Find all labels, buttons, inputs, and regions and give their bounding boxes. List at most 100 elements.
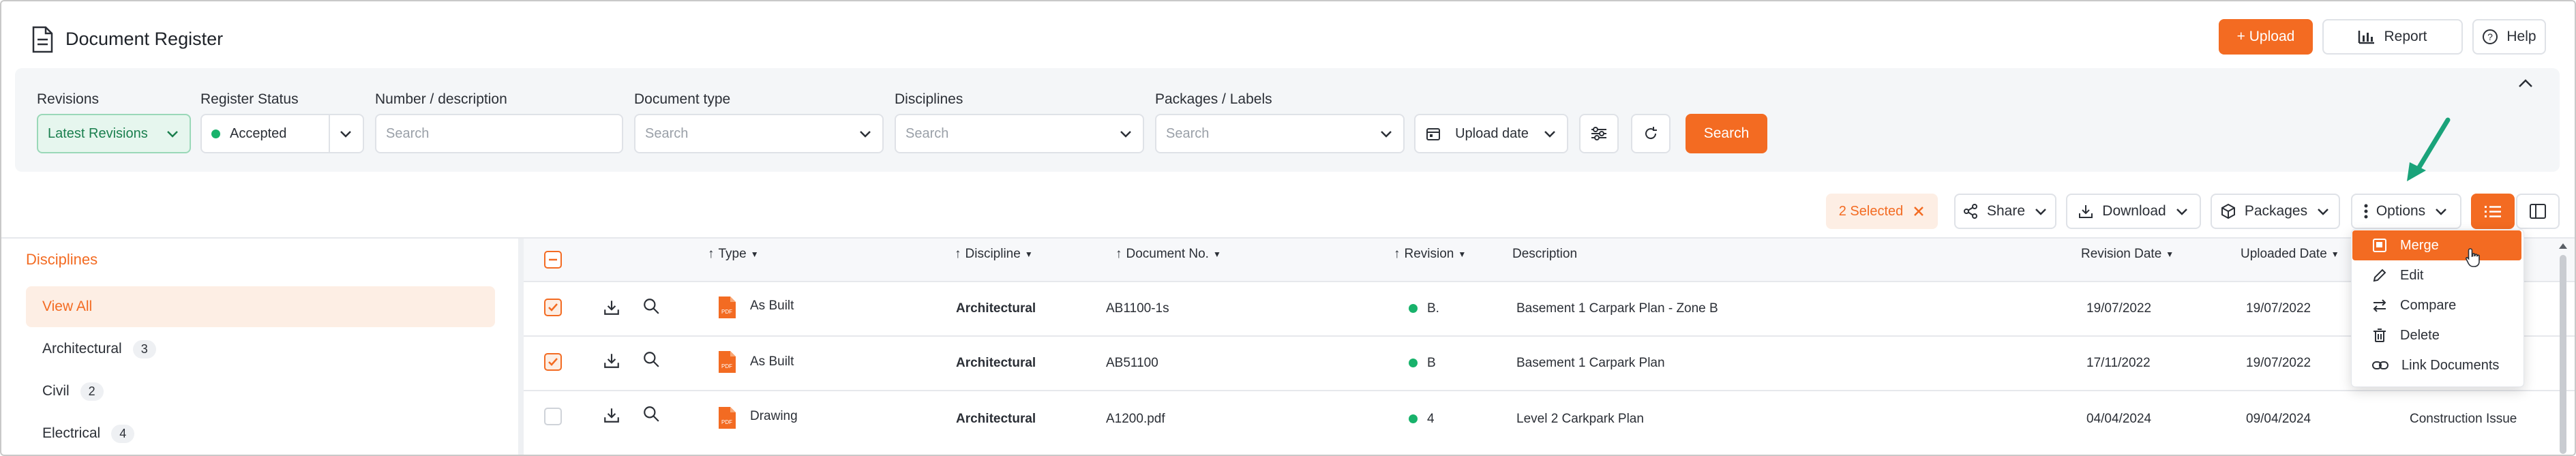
refresh-icon <box>1643 125 1659 142</box>
search-button-label: Search <box>1703 125 1750 141</box>
type-cell: As Built <box>750 354 794 369</box>
app-window: Document Register + Upload Report ? Help… <box>0 0 2576 456</box>
menu-item-compare[interactable]: Compare <box>2352 290 2521 320</box>
disciplines-select[interactable]: Search <box>895 114 1144 153</box>
download-icon[interactable] <box>603 299 620 316</box>
column-label: Type <box>718 247 747 261</box>
report-button[interactable]: Report <box>2322 19 2463 55</box>
column-header-description[interactable]: Description <box>1512 247 1577 262</box>
reset-filters-button[interactable] <box>1631 114 1671 153</box>
preview-search-icon[interactable] <box>642 405 660 423</box>
menu-item-link-documents[interactable]: Link Documents <box>2352 350 2521 380</box>
column-header-revision[interactable]: ↑ Revision ▼ <box>1394 247 1466 262</box>
revision-cell: B. <box>1409 301 1439 316</box>
report-icon <box>2358 29 2376 44</box>
calendar-icon <box>1425 125 1441 142</box>
menu-item-label: Edit <box>2400 267 2424 283</box>
upload-button-label: + Upload <box>2236 29 2295 44</box>
clear-selection-icon[interactable] <box>1913 205 1925 217</box>
discipline-cell: Architectural <box>956 356 1036 370</box>
packages-select[interactable]: Search <box>1155 114 1405 153</box>
column-label: Description <box>1512 247 1578 261</box>
document-no-cell[interactable]: AB1100-1s <box>1106 301 1169 316</box>
sidebar-item-count: 2 <box>80 382 104 401</box>
upload-date-select[interactable]: Upload date <box>1414 114 1568 153</box>
description-cell: Basement 1 Carpark Plan - Zone B <box>1516 301 1718 316</box>
document-no-cell[interactable]: A1200.pdf <box>1106 412 1165 427</box>
column-label: Document No. <box>1126 247 1209 261</box>
sidebar-item-electrical[interactable]: Electrical 4 <box>26 413 135 454</box>
sort-caret-icon: ▼ <box>1024 249 1033 259</box>
doctype-select[interactable]: Search <box>634 114 884 153</box>
revisions-label: Revisions <box>37 91 100 107</box>
selected-count-label: 2 Selected <box>1838 203 1904 219</box>
select-all-checkbox[interactable] <box>544 251 562 269</box>
chevron-down-icon <box>2316 204 2331 219</box>
chevron-down-icon <box>1379 126 1394 141</box>
sidebar-title: Disciplines <box>26 251 98 268</box>
sidebar-item-label: Electrical <box>42 425 101 441</box>
sort-caret-icon: ▼ <box>1212 249 1221 259</box>
collapse-filters-icon[interactable] <box>2517 78 2534 89</box>
sidebar-item-view-all[interactable]: View All <box>26 286 92 327</box>
vertical-scrollbar[interactable] <box>2560 255 2566 454</box>
svg-text:PDF: PDF <box>721 309 732 315</box>
share-icon <box>1962 203 1979 219</box>
share-button[interactable]: Share <box>1954 194 2056 229</box>
row-checkbox[interactable] <box>544 353 562 371</box>
type-cell: Drawing <box>750 409 798 423</box>
column-header-type[interactable]: ↑ Type ▼ <box>708 247 759 262</box>
revision-cell: 4 <box>1409 412 1435 427</box>
list-view-button[interactable] <box>2471 194 2515 229</box>
sort-arrow-icon: ↑ <box>1115 247 1122 261</box>
annotation-arrow <box>2401 116 2456 184</box>
document-icon <box>31 26 53 53</box>
download-icon[interactable] <box>603 352 620 369</box>
uploaded-date-cell: 09/04/2024 <box>2246 412 2311 426</box>
sidebar-item-label: Civil <box>42 383 70 399</box>
menu-item-delete[interactable]: Delete <box>2352 320 2521 350</box>
menu-item-merge[interactable]: Merge <box>2352 230 2521 260</box>
packages-button[interactable]: Packages <box>2211 194 2340 229</box>
split-view-button[interactable] <box>2516 194 2560 229</box>
revision-date-cell: 04/04/2024 <box>2086 412 2152 426</box>
options-button[interactable]: Options <box>2351 194 2461 229</box>
status-select[interactable]: Accepted <box>200 114 364 153</box>
chevron-down-icon <box>2433 204 2448 219</box>
revision-date-cell: 17/11/2022 <box>2086 356 2151 370</box>
link-icon <box>2371 357 2389 374</box>
column-header-discipline[interactable]: ↑ Discipline ▼ <box>955 247 1033 262</box>
column-label: Revision Date <box>2081 247 2162 261</box>
download-button[interactable]: Download <box>2066 194 2201 229</box>
more-vertical-icon <box>2364 204 2368 219</box>
filter-settings-button[interactable] <box>1579 114 1619 153</box>
help-button[interactable]: ? Help <box>2472 19 2546 55</box>
sidebar-item-civil[interactable]: Civil 2 <box>26 371 104 412</box>
revision-status-dot <box>1409 414 1418 424</box>
sliders-icon <box>1590 125 1608 142</box>
menu-item-edit[interactable]: Edit <box>2352 260 2521 290</box>
package-icon <box>2220 203 2236 219</box>
sort-caret-icon: ▼ <box>2331 249 2339 259</box>
panel-icon <box>2529 203 2547 219</box>
column-header-revision-date[interactable]: Revision Date ▼ <box>2081 247 2174 262</box>
scroll-up-arrow-icon[interactable] <box>2558 243 2568 249</box>
number-search-input[interactable]: Search <box>375 114 623 153</box>
sort-caret-icon: ▼ <box>750 249 759 259</box>
upload-button[interactable]: + Upload <box>2219 19 2313 55</box>
document-no-cell[interactable]: AB51100 <box>1106 356 1158 371</box>
preview-search-icon[interactable] <box>642 350 660 368</box>
download-icon[interactable] <box>603 406 620 424</box>
column-header-document-no[interactable]: ↑ Document No. ▼ <box>1115 247 1221 262</box>
menu-item-label: Merge <box>2400 237 2439 253</box>
number-placeholder: Search <box>386 125 430 141</box>
revisions-select[interactable]: Latest Revisions <box>37 114 191 153</box>
row-checkbox[interactable] <box>544 408 562 425</box>
column-header-uploaded-date[interactable]: Uploaded Date ▼ <box>2241 247 2339 262</box>
number-label: Number / description <box>375 91 507 107</box>
preview-search-icon[interactable] <box>642 297 660 315</box>
row-checkbox[interactable] <box>544 299 562 316</box>
revision-value: B. <box>1427 301 1439 316</box>
search-button[interactable]: Search <box>1686 114 1767 153</box>
sidebar-item-architectural[interactable]: Architectural 3 <box>26 329 156 369</box>
